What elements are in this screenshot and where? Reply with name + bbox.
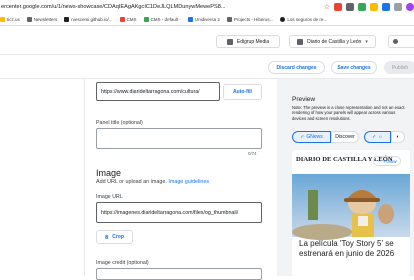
bookmark-item[interactable]: Newsletters	[26, 17, 57, 22]
bookmark-item[interactable]: Unidiversa 2	[187, 17, 220, 22]
crop-button[interactable]: ⟎ Crop	[96, 230, 133, 244]
preview-note: Note: The preview is a close representat…	[292, 105, 405, 121]
bookmark-item[interactable]: Projects - Hiberus...	[226, 17, 273, 22]
moon-icon: ◐	[396, 134, 400, 140]
check-icon: ✓	[300, 134, 305, 140]
extension-icon[interactable]	[358, 3, 366, 11]
extension-icon[interactable]	[346, 3, 354, 11]
image-credit-input[interactable]	[96, 268, 262, 280]
extension-icon[interactable]	[382, 3, 390, 11]
address-bar[interactable]: ercenter.google.com/u/1/news-showcase/CD…	[0, 0, 414, 14]
image-credit-label: Image credit (optional)	[96, 260, 149, 266]
light-mode-toggle[interactable]: ✓ ☼	[364, 131, 391, 143]
check-icon: ✓	[372, 134, 377, 140]
more-menu-button[interactable]	[388, 35, 414, 48]
folder-icon	[0, 17, 5, 22]
image-url-input[interactable]: https://imagenes.diarideltarragona.com/f…	[96, 202, 262, 223]
article-headline[interactable]: La película 'Toy Story 5' se estrenará e…	[299, 239, 399, 259]
article-url-field[interactable]: https://www.diarideltarragona.com/cultur…	[96, 82, 220, 101]
discard-changes-button[interactable]: Discard changes	[268, 61, 325, 74]
bookmark-item[interactable]: CMS - default -	[143, 17, 181, 22]
auto-fill-button[interactable]: Auto-fill	[223, 84, 262, 100]
crop-icon: ⟎	[105, 234, 109, 240]
account-switcher[interactable]: Edigrup Media	[216, 35, 280, 48]
save-changes-button[interactable]: Save changes	[331, 61, 377, 74]
chevron-down-icon: ▾	[365, 38, 368, 45]
extensions-puzzle-icon[interactable]	[394, 3, 402, 11]
dark-mode-toggle[interactable]: ◐	[391, 131, 405, 143]
bookmark-item[interactable]: ticz.us	[0, 17, 20, 22]
bookmarks-bar: ticz.us Newsletters rvescemi.github.io/.…	[0, 14, 414, 26]
tab-gnews[interactable]: ✓ GNews	[292, 131, 331, 143]
editor-panel	[0, 79, 277, 276]
cms-icon	[143, 17, 149, 22]
publication-switcher[interactable]: Diario de Castilla y León ▾	[289, 35, 376, 48]
cms-icon	[119, 17, 125, 22]
bookmark-item[interactable]: CMS	[119, 17, 137, 22]
extension-icon[interactable]	[334, 3, 342, 11]
image-guidelines-link[interactable]: Image guidelines	[168, 179, 209, 185]
site-icon	[226, 17, 232, 22]
star-icon: ☆	[377, 158, 382, 163]
image-hint: Add URL or upload an image. Image guidel…	[96, 179, 210, 185]
character-counter: 0/74	[248, 151, 257, 156]
sun-icon: ☼	[378, 134, 383, 140]
preview-title: Preview	[292, 96, 316, 103]
menu-icon	[393, 39, 398, 44]
image-section-heading: Image	[96, 168, 122, 178]
github-icon	[64, 17, 70, 22]
extension-icon[interactable]	[370, 3, 378, 11]
newspaper-icon	[297, 38, 304, 45]
tab-discover[interactable]: Discover	[331, 131, 359, 143]
bookmark-item[interactable]: rvescemi.github.io/...	[64, 17, 113, 22]
store-icon	[226, 38, 233, 45]
panel-title-input[interactable]	[96, 128, 262, 149]
follow-button[interactable]: ☆ Follow	[373, 156, 401, 166]
image-url-label: Image URL	[96, 194, 123, 200]
bookmark-item[interactable]: Los seguros de re...	[280, 17, 327, 22]
divider	[84, 79, 85, 276]
folder-icon	[26, 17, 32, 22]
url-text[interactable]: ercenter.google.com/u/1/news-showcase/CD…	[1, 4, 320, 10]
site-icon	[280, 17, 286, 22]
site-icon	[187, 17, 193, 22]
publish-button[interactable]: Publish	[384, 61, 414, 74]
bookmark-star-icon[interactable]: ☆	[324, 3, 330, 11]
profile-avatar-icon[interactable]	[406, 3, 414, 11]
panel-title-label: Panel title (optional)	[96, 120, 143, 126]
